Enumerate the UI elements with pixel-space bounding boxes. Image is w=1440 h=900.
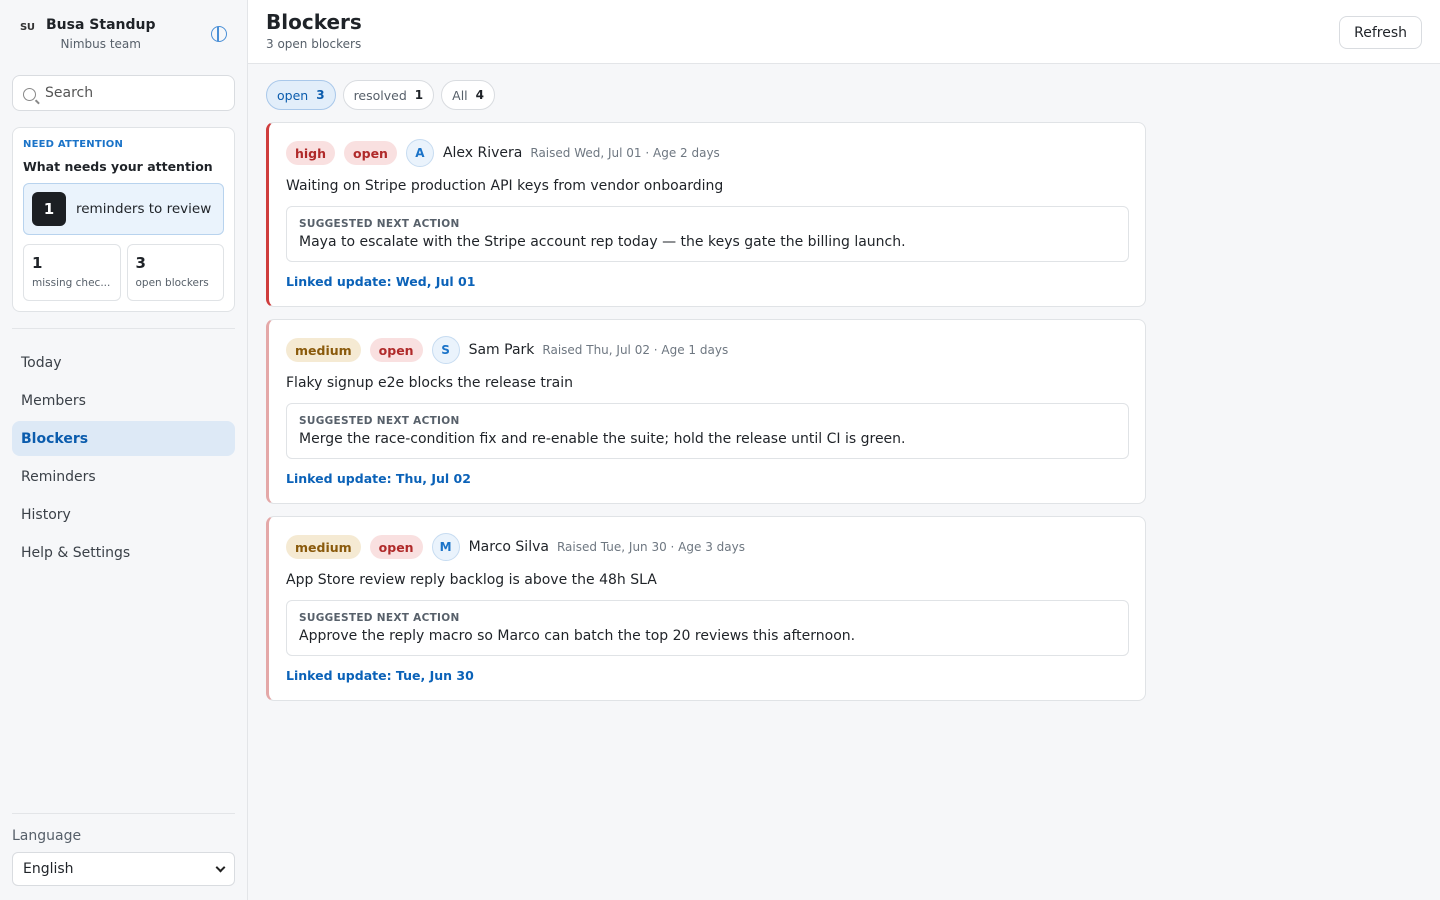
filter-label: open — [277, 87, 309, 103]
suggested-action-kicker: SUGGESTED NEXT ACTION — [299, 218, 460, 230]
panel-toggle-icon[interactable] — [211, 26, 227, 42]
filter-resolved[interactable]: resolved 1 — [342, 80, 435, 110]
linked-update-link[interactable]: Linked update: Tue, Jun 30 — [286, 668, 474, 683]
filter-label: resolved — [353, 87, 407, 103]
filter-open[interactable]: open 3 — [266, 80, 336, 110]
attention-kicker: NEED ATTENTION — [23, 139, 124, 150]
severity-badge: high — [286, 141, 336, 165]
search-box[interactable] — [12, 75, 235, 111]
avatar: S — [431, 336, 460, 364]
stat-value: 1 — [32, 254, 43, 272]
main: Blockers 3 open blockers Refresh open 3 … — [248, 0, 1440, 900]
attention-title: What needs your attention — [23, 159, 213, 174]
filter-count: 1 — [414, 88, 424, 102]
search-icon — [23, 87, 36, 101]
filter-count: 3 — [316, 88, 325, 102]
suggested-action: SUGGESTED NEXT ACTION Maya to escalate w… — [286, 206, 1129, 262]
app-name: Busa Standup — [46, 17, 156, 33]
language-selected: English — [23, 861, 74, 877]
sidebar-item-help-settings[interactable]: Help & Settings — [12, 535, 235, 570]
suggested-action-text: Merge the race-condition fix and re-enab… — [299, 431, 906, 447]
blocker-meta: Raised Thu, Jul 02 · Age 1 days — [542, 343, 729, 357]
suggested-action: SUGGESTED NEXT ACTION Merge the race-con… — [286, 403, 1129, 459]
reminders-label: reminders to review — [76, 201, 212, 217]
status-badge: open — [369, 535, 423, 559]
sidebar-item-blockers[interactable]: Blockers — [12, 421, 235, 456]
owner-name: Marco Silva — [468, 539, 549, 555]
language-label: Language — [12, 828, 82, 844]
linked-update-link[interactable]: Linked update: Thu, Jul 02 — [286, 471, 471, 486]
stat-label: open blockers — [135, 277, 209, 289]
status-badge: open — [369, 338, 423, 362]
reminders-count: 1 — [32, 192, 66, 226]
blocker-title: Flaky signup e2e blocks the release trai… — [286, 375, 574, 391]
suggested-action-text: Maya to escalate with the Stripe account… — [299, 234, 906, 250]
sidebar-divider — [12, 328, 235, 329]
avatar: M — [431, 533, 460, 561]
avatar: A — [405, 139, 434, 167]
blocker-header: medium open S Sam Park Raised Thu, Jul 0… — [286, 336, 1129, 364]
reminders-to-review-card[interactable]: 1 reminders to review — [23, 183, 224, 235]
linked-update-link[interactable]: Linked update: Wed, Jul 01 — [286, 274, 475, 289]
sidebar-item-history[interactable]: History — [12, 497, 235, 532]
status-filters: open 3 resolved 1 All 4 — [266, 80, 1440, 110]
attention-stats: 1 missing chec... 3 open blockers — [23, 244, 224, 301]
app-root: SU Busa Standup Nimbus team NEED ATTENTI… — [0, 0, 1440, 900]
page-header: Blockers 3 open blockers Refresh — [248, 0, 1440, 64]
filter-all[interactable]: All 4 — [441, 80, 495, 110]
attention-panel: NEED ATTENTION What needs your attention… — [12, 127, 235, 312]
chevron-down-icon — [215, 862, 226, 872]
stat-label: missing chec... — [32, 277, 111, 289]
owner-name: Sam Park — [468, 342, 535, 358]
blocker-title: App Store review reply backlog is above … — [286, 572, 657, 588]
blocker-meta: Raised Wed, Jul 01 · Age 2 days — [530, 146, 720, 160]
page-title: Blockers — [266, 10, 362, 34]
blocker-list: high open A Alex Rivera Raised Wed, Jul … — [266, 122, 1440, 701]
filter-label: All — [452, 87, 468, 103]
severity-badge: medium — [286, 338, 361, 362]
suggested-action-text: Approve the reply macro so Marco can bat… — [299, 628, 856, 644]
blocker-card: medium open S Sam Park Raised Thu, Jul 0… — [266, 319, 1146, 504]
language-section: Language English — [12, 813, 235, 886]
blocker-card: medium open M Marco Silva Raised Tue, Ju… — [266, 516, 1146, 701]
stat-open-blockers[interactable]: 3 open blockers — [126, 244, 224, 301]
owner-name: Alex Rivera — [442, 145, 523, 161]
sidebar-item-members[interactable]: Members — [12, 383, 235, 418]
severity-badge: medium — [286, 535, 361, 559]
brand-text: Busa Standup Nimbus team — [46, 14, 156, 51]
blocker-meta: Raised Tue, Jun 30 · Age 3 days — [556, 540, 745, 554]
suggested-action-kicker: SUGGESTED NEXT ACTION — [299, 612, 460, 624]
blocker-title: Waiting on Stripe production API keys fr… — [286, 178, 724, 194]
status-badge: open — [344, 141, 397, 165]
team-name: Nimbus team — [60, 37, 141, 51]
sidebar-item-reminders[interactable]: Reminders — [12, 459, 235, 494]
stat-value: 3 — [135, 254, 146, 272]
sidebar: SU Busa Standup Nimbus team NEED ATTENTI… — [0, 0, 248, 900]
stat-missing-checkins[interactable]: 1 missing chec... — [23, 244, 121, 301]
blocker-card: high open A Alex Rivera Raised Wed, Jul … — [266, 122, 1146, 307]
blocker-header: high open A Alex Rivera Raised Wed, Jul … — [286, 139, 1129, 167]
search-input[interactable] — [45, 85, 215, 101]
brand-logo: SU — [20, 22, 35, 33]
sidebar-item-today[interactable]: Today — [12, 345, 235, 380]
filter-count: 4 — [475, 88, 484, 102]
suggested-action-kicker: SUGGESTED NEXT ACTION — [299, 415, 460, 427]
blocker-header: medium open M Marco Silva Raised Tue, Ju… — [286, 533, 1129, 561]
refresh-button[interactable]: Refresh — [1339, 16, 1422, 49]
blockers-content: open 3 resolved 1 All 4 high open A Alex… — [248, 64, 1440, 701]
language-divider — [12, 813, 235, 814]
language-select[interactable]: English — [12, 852, 235, 886]
suggested-action: SUGGESTED NEXT ACTION Approve the reply … — [286, 600, 1129, 656]
sidebar-nav: Today Members Blockers Reminders History… — [12, 345, 235, 570]
page-subtitle: 3 open blockers — [266, 37, 362, 51]
brand: SU Busa Standup Nimbus team — [12, 14, 235, 60]
